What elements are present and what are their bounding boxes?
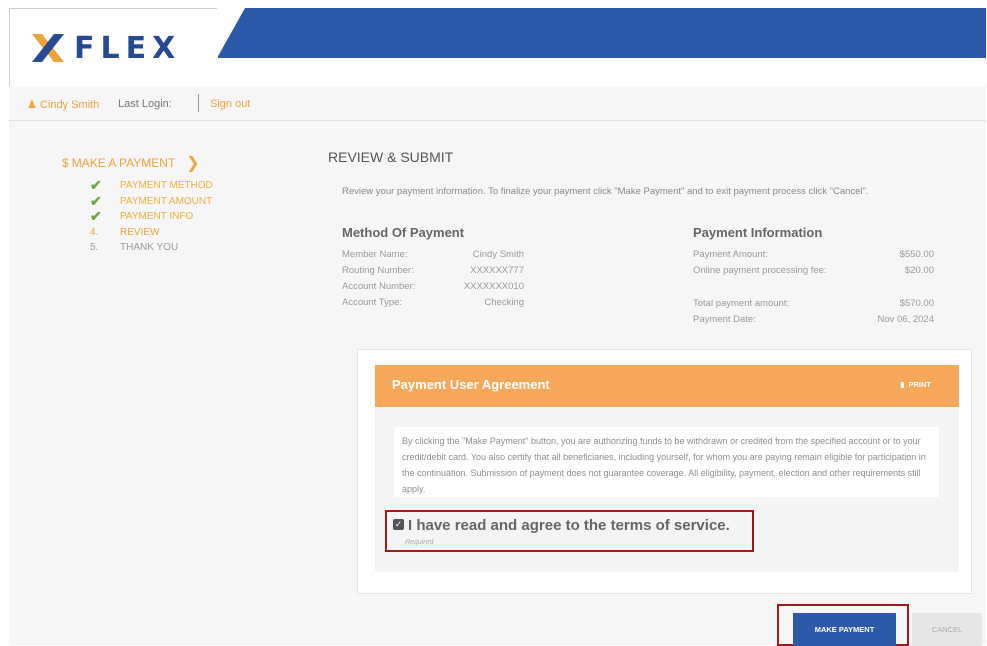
detail-row: Payment Amount: $550.00 (693, 247, 934, 263)
make-payment-button[interactable]: MAKE PAYMENT (793, 613, 896, 646)
required-note: Required (405, 539, 434, 546)
payment-totals: Total payment amount: $570.00 Payment Dat… (693, 296, 934, 328)
detail-row: Member Name: Cindy Smith (342, 247, 524, 263)
agreement-text: By clicking the "Make Payment" button, y… (402, 436, 926, 494)
step-list: ✔ PAYMENT METHOD ✔ PAYMENT AMOUNT ✔ PAYM… (90, 177, 213, 256)
detail-value: $20.00 (904, 265, 934, 276)
check-icon: ✔ (90, 177, 102, 193)
print-label: PRINT (908, 380, 932, 389)
step-label: PAYMENT AMOUNT (120, 195, 213, 207)
detail-row: Account Type: Checking (342, 295, 524, 311)
detail-label: Account Number: (342, 281, 416, 292)
user-name[interactable]: ♟ Cindy Smith (27, 98, 99, 111)
cancel-button[interactable]: CANCEL (912, 613, 982, 646)
detail-row: Routing Number: XXXXXX777 (342, 263, 524, 279)
detail-row: Payment Date: Nov 06, 2024 (693, 312, 934, 328)
step-review: 4. REVIEW (90, 225, 213, 241)
last-login: Last Login: (118, 98, 172, 110)
detail-row: Account Number: XXXXXXX010 (342, 279, 524, 295)
user-name-label: Cindy Smith (39, 99, 100, 111)
step-label: THANK YOU (120, 242, 179, 253)
detail-label: Routing Number: (342, 265, 414, 276)
dollar-icon: $ (62, 156, 69, 170)
step-payment-info[interactable]: ✔ PAYMENT INFO (90, 208, 213, 225)
detail-label: Online payment processing fee: (693, 265, 827, 276)
tos-checkbox[interactable]: ✓ (393, 519, 404, 530)
method-heading: Method Of Payment (342, 225, 465, 240)
detail-value: Checking (484, 297, 524, 308)
flex-logo[interactable]: FLEX (28, 30, 181, 66)
step-label: REVIEW (120, 226, 160, 238)
detail-label: Payment Amount: (693, 249, 768, 260)
chevron-right-icon: ❯ (186, 155, 200, 172)
logo-x-icon (28, 30, 68, 66)
check-icon: ✔ (90, 208, 102, 224)
print-button[interactable]: ▮ PRINT (900, 380, 931, 389)
detail-value: XXXXXXX010 (463, 281, 524, 292)
divider (198, 94, 199, 112)
user-bar: ♟ Cindy Smith Last Login: Sign out (9, 86, 986, 121)
check-icon: ✔ (90, 192, 102, 209)
step-label: PAYMENT METHOD (120, 180, 213, 191)
detail-value: $550.00 (899, 249, 934, 260)
header-band (217, 8, 986, 58)
sidebar-title[interactable]: $ MAKE A PAYMENT ❯ (62, 153, 200, 173)
detail-value: Cindy Smith (472, 249, 524, 260)
agreement-title: Payment User Agreement (392, 377, 550, 392)
page-title: REVIEW & SUBMIT (328, 149, 454, 165)
sign-out-link[interactable]: Sign out (210, 98, 250, 110)
detail-row: Online payment processing fee: $20.00 (693, 263, 934, 279)
detail-row: Total payment amount: $570.00 (693, 296, 934, 312)
step-payment-amount[interactable]: ✔ PAYMENT AMOUNT (90, 192, 213, 210)
payment-info-heading: Payment Information (693, 225, 823, 240)
step-payment-method[interactable]: ✔ PAYMENT METHOD (90, 177, 213, 194)
detail-value: XXXXXX777 (470, 265, 524, 276)
print-icon: ▮ (900, 380, 905, 389)
detail-value: Nov 06, 2024 (877, 314, 934, 325)
method-details: Member Name: Cindy Smith Routing Number: X… (342, 247, 524, 311)
detail-label: Member Name: (342, 249, 408, 260)
step-label: PAYMENT INFO (120, 211, 194, 222)
step-number: 4. (90, 226, 99, 238)
detail-label: Total payment amount: (693, 298, 790, 309)
step-thank-you: 5. THANK YOU (90, 240, 213, 256)
logo-text: FLEX (74, 30, 182, 66)
payment-details: Payment Amount: $550.00 Online payment pr… (693, 247, 934, 279)
sidebar-title-label: MAKE A PAYMENT (71, 156, 176, 170)
detail-value: $570.00 (899, 298, 934, 309)
detail-label: Payment Date: (693, 314, 756, 325)
step-number: 5. (90, 242, 99, 253)
tos-label[interactable]: I have read and agree to the terms of se… (408, 517, 730, 534)
agreement-header: Payment User Agreement ▮ PRINT (375, 365, 959, 407)
user-icon: ♟ (27, 99, 37, 111)
detail-label: Account Type: (342, 297, 403, 308)
instructions: Review your payment information. To fina… (342, 186, 869, 197)
